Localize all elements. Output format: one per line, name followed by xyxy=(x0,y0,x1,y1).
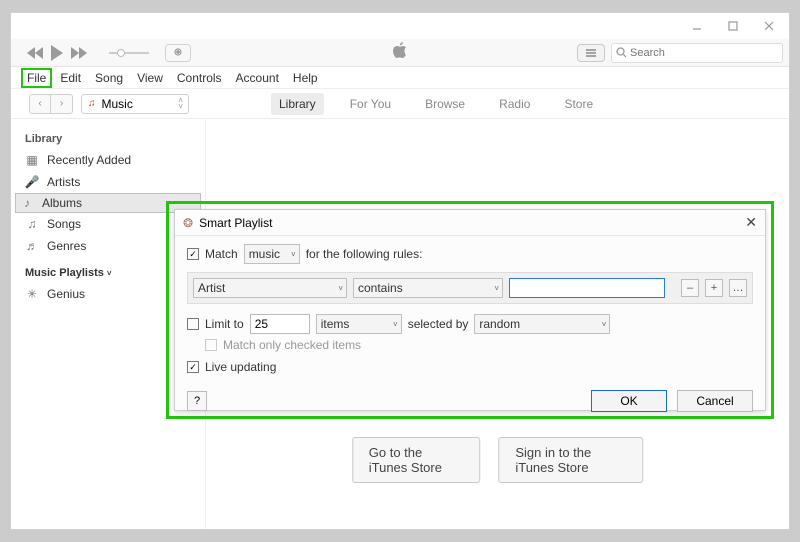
minimize-button[interactable] xyxy=(683,17,711,35)
list-view-button[interactable] xyxy=(577,44,605,62)
close-button[interactable] xyxy=(755,17,783,35)
limit-value-input[interactable] xyxy=(250,314,310,334)
volume-slider[interactable] xyxy=(109,52,149,54)
sidebar-item-label: Artists xyxy=(47,175,80,189)
media-type-label: Music xyxy=(102,97,133,111)
rule-operator-select[interactable]: contains˅ xyxy=(353,278,503,298)
tab-library[interactable]: Library xyxy=(271,93,324,115)
limit-label: Limit to xyxy=(205,317,244,331)
dialog-close-button[interactable]: ✕ xyxy=(745,214,757,231)
rule-field-select[interactable]: Artist˅ xyxy=(193,278,347,298)
note-icon: ♪ xyxy=(20,196,34,210)
grid-icon: ▦ xyxy=(25,153,39,167)
tab-browse[interactable]: Browse xyxy=(417,93,473,115)
dialog-cancel-button[interactable]: Cancel xyxy=(677,390,753,412)
rule-remove-button[interactable]: – xyxy=(681,279,699,297)
match-only-checked-checkbox[interactable] xyxy=(205,339,217,351)
music-note-icon: ♫ xyxy=(88,98,96,109)
genius-icon: ✳ xyxy=(25,287,39,301)
match-type-select[interactable]: music˅ xyxy=(244,244,300,264)
sub-toolbar: ‹ › ♫ Music ˄˅ Library For You Browse Ra… xyxy=(11,89,789,119)
apple-logo-icon xyxy=(392,41,408,64)
menu-controls[interactable]: Controls xyxy=(171,69,228,87)
sidebar-item-label: Songs xyxy=(47,217,81,231)
limit-unit-select[interactable]: items˅ xyxy=(316,314,402,334)
tab-store[interactable]: Store xyxy=(556,93,601,115)
gear-icon: ❂ xyxy=(183,216,193,230)
rule-add-button[interactable]: + xyxy=(705,279,723,297)
tab-for-you[interactable]: For You xyxy=(342,93,399,115)
match-only-checked-label: Match only checked items xyxy=(223,338,361,352)
sidebar-item-label: Recently Added xyxy=(47,153,131,167)
chevron-down-icon: ˅ xyxy=(107,269,112,278)
note-icon: ♫ xyxy=(25,217,39,231)
rule-row: Artist˅ contains˅ – + … xyxy=(187,272,753,304)
rule-value-input[interactable] xyxy=(509,278,665,298)
chevron-updown-icon: ˄˅ xyxy=(178,98,183,110)
play-button[interactable] xyxy=(49,45,65,61)
sidebar-item-label: Albums xyxy=(42,196,82,210)
sidebar-library-header: Library xyxy=(15,129,201,149)
selected-by-select[interactable]: random˅ xyxy=(474,314,610,334)
rule-nest-button[interactable]: … xyxy=(729,279,747,297)
tab-radio[interactable]: Radio xyxy=(491,93,538,115)
prev-track-button[interactable] xyxy=(27,47,43,59)
match-label-pre: Match xyxy=(205,247,238,261)
selected-by-label: selected by xyxy=(408,317,469,331)
dialog-ok-button[interactable]: OK xyxy=(591,390,667,412)
sign-in-store-button[interactable]: Sign in to the iTunes Store xyxy=(498,437,643,483)
sidebar-item-label: Genres xyxy=(47,239,86,253)
nav-forward-button[interactable]: › xyxy=(51,94,73,114)
app-window: File Edit Song View Controls Account Hel… xyxy=(10,12,790,530)
live-updating-checkbox[interactable] xyxy=(187,361,199,373)
mic-icon: 🎤 xyxy=(25,175,39,189)
match-label-post: for the following rules: xyxy=(306,247,423,261)
dialog-help-button[interactable]: ? xyxy=(187,391,207,411)
match-checkbox[interactable] xyxy=(187,248,199,260)
sidebar-item-artists[interactable]: 🎤 Artists xyxy=(15,171,201,193)
sidebar-item-label: Genius xyxy=(47,287,85,301)
menu-edit[interactable]: Edit xyxy=(54,69,87,87)
search-input[interactable] xyxy=(630,47,778,59)
menu-file[interactable]: File xyxy=(21,68,52,88)
titlebar xyxy=(11,13,789,39)
airplay-button[interactable] xyxy=(165,44,191,62)
media-type-selector[interactable]: ♫ Music ˄˅ xyxy=(81,94,189,114)
live-updating-label: Live updating xyxy=(205,360,276,374)
smart-playlist-dialog: ❂ Smart Playlist ✕ Match music˅ for the … xyxy=(174,209,766,411)
dialog-titlebar: ❂ Smart Playlist ✕ xyxy=(175,210,765,236)
menu-help[interactable]: Help xyxy=(287,69,324,87)
menu-account[interactable]: Account xyxy=(230,69,285,87)
sidebar-item-recently-added[interactable]: ▦ Recently Added xyxy=(15,149,201,171)
menubar: File Edit Song View Controls Account Hel… xyxy=(11,67,789,89)
search-icon xyxy=(616,47,626,58)
maximize-button[interactable] xyxy=(719,17,747,35)
limit-checkbox[interactable] xyxy=(187,318,199,330)
next-track-button[interactable] xyxy=(71,47,87,59)
go-to-store-button[interactable]: Go to the iTunes Store xyxy=(352,437,481,483)
menu-song[interactable]: Song xyxy=(89,69,129,87)
nav-back-button[interactable]: ‹ xyxy=(29,94,51,114)
menu-view[interactable]: View xyxy=(131,69,169,87)
dialog-title: Smart Playlist xyxy=(199,216,272,230)
search-field[interactable] xyxy=(611,43,783,63)
section-tabs: Library For You Browse Radio Store xyxy=(271,93,601,115)
playback-toolbar xyxy=(11,39,789,67)
guitar-icon: ♬ xyxy=(25,239,39,253)
